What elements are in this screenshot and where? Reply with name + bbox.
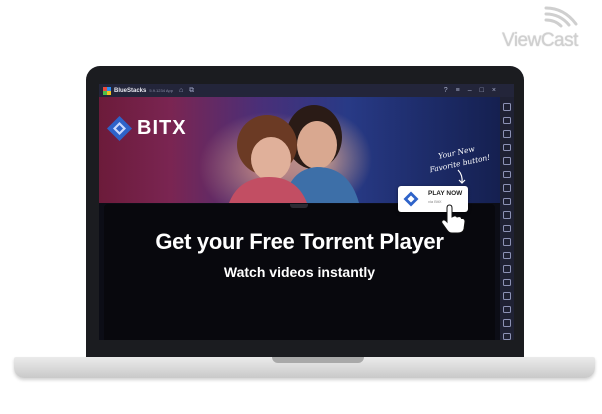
watermark-text: ViewCast bbox=[502, 30, 578, 51]
back-icon[interactable] bbox=[503, 305, 511, 313]
emulator-sidebar bbox=[500, 97, 514, 340]
close-button[interactable]: × bbox=[492, 84, 496, 97]
headline: Get your Free Torrent Player bbox=[155, 229, 444, 254]
home-icon[interactable]: ⌂ bbox=[179, 84, 183, 97]
shake-icon[interactable] bbox=[503, 197, 511, 205]
bluestacks-logo-icon bbox=[103, 86, 111, 95]
signal-waves-icon bbox=[544, 6, 578, 28]
rotate-icon[interactable] bbox=[503, 184, 511, 192]
app-content: BITX Your New Favorite button! PLAY NOW … bbox=[99, 97, 500, 340]
help-button[interactable]: ? bbox=[444, 84, 448, 97]
app-version: 5.9.1234 App bbox=[149, 88, 173, 93]
apk-install-icon[interactable] bbox=[503, 224, 511, 232]
app-title: BlueStacks bbox=[114, 87, 147, 94]
screenshot-icon[interactable] bbox=[503, 170, 511, 178]
panel-notch bbox=[290, 204, 308, 208]
folder-icon[interactable] bbox=[503, 238, 511, 246]
keyboard-icon[interactable] bbox=[503, 157, 511, 165]
subheadline: Watch videos instantly bbox=[223, 264, 376, 280]
laptop-base bbox=[14, 357, 595, 378]
bitx-small-logo-icon bbox=[403, 191, 419, 207]
couple-photo bbox=[229, 105, 359, 203]
window-controls: ? ≡ – □ × bbox=[444, 84, 496, 97]
bitx-logo-icon bbox=[107, 116, 132, 141]
macro-icon[interactable] bbox=[503, 211, 511, 219]
copy-icon[interactable] bbox=[503, 251, 511, 259]
viewcast-watermark: ViewCast bbox=[500, 6, 596, 51]
menu-button[interactable]: ≡ bbox=[456, 84, 460, 97]
screen-record-icon[interactable] bbox=[503, 143, 511, 151]
play-now-label: PLAY NOW bbox=[428, 190, 463, 197]
fullscreen-icon[interactable] bbox=[503, 103, 511, 111]
emulator-titlebar: BlueStacks 5.9.1234 App ⌂ ⧉ ? ≡ – □ × bbox=[99, 84, 514, 97]
laptop-base-notch bbox=[272, 357, 364, 363]
location-icon[interactable] bbox=[503, 278, 511, 286]
android-home-icon[interactable] bbox=[503, 319, 511, 327]
settings-icon[interactable] bbox=[503, 292, 511, 300]
volume-up-icon[interactable] bbox=[503, 116, 511, 124]
brand-name: BITX bbox=[137, 117, 187, 139]
laptop-screen: BlueStacks 5.9.1234 App ⌂ ⧉ ? ≡ – □ × BI… bbox=[99, 84, 514, 340]
multi-instance-icon[interactable]: ⧉ bbox=[189, 84, 194, 97]
recent-apps-icon[interactable] bbox=[503, 332, 511, 340]
minimize-button[interactable]: – bbox=[468, 84, 472, 97]
arrow-down-icon bbox=[457, 169, 466, 184]
volume-down-icon[interactable] bbox=[503, 130, 511, 138]
maximize-button[interactable]: □ bbox=[480, 84, 484, 97]
eco-mode-icon[interactable] bbox=[503, 265, 511, 273]
